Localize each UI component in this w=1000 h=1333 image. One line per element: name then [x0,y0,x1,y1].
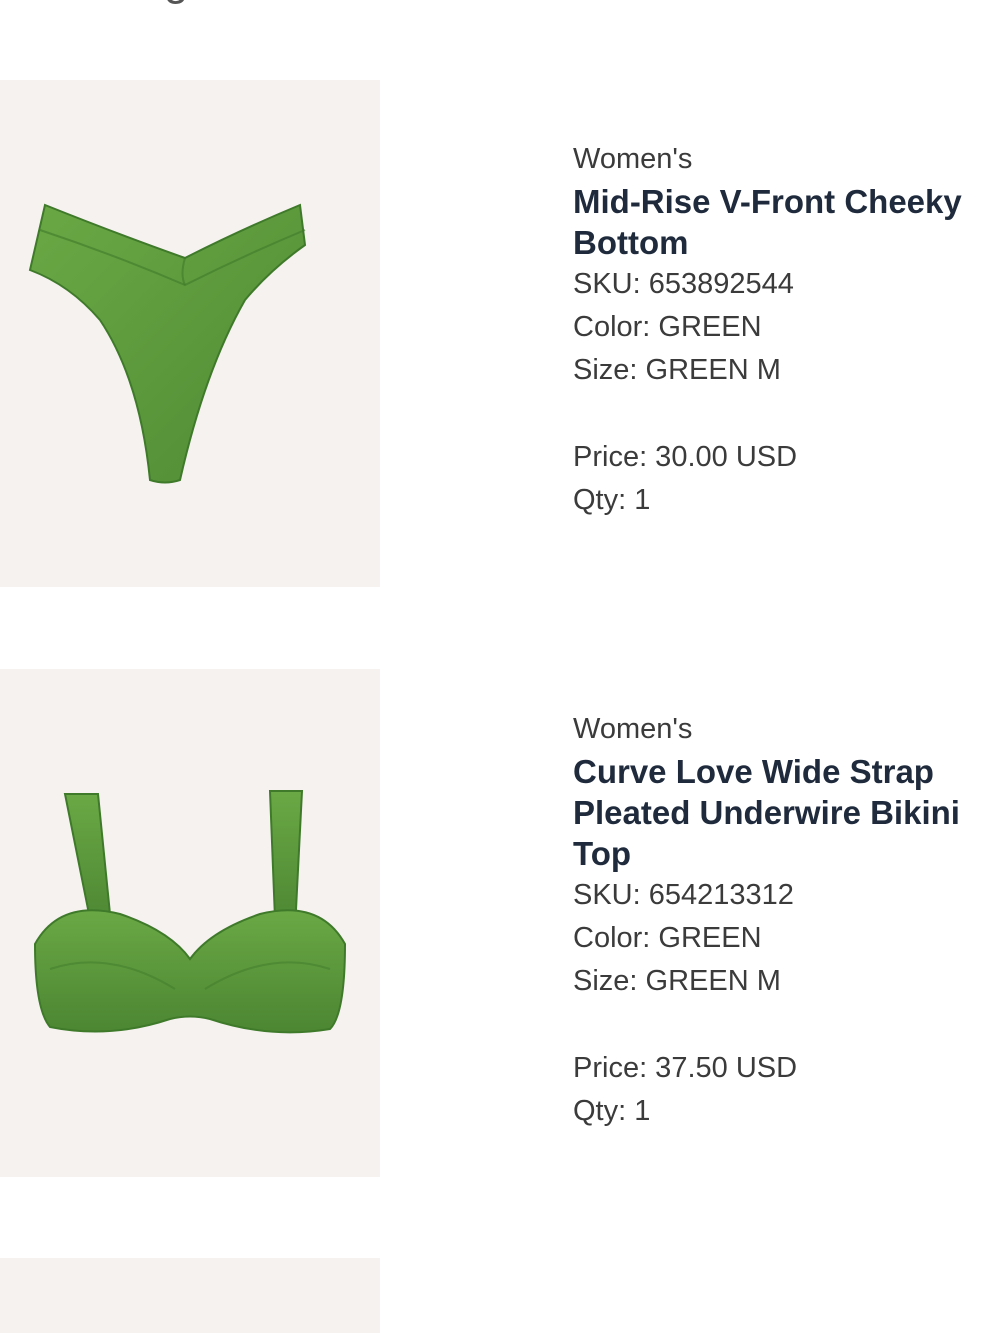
product-size: Size: GREEN M [573,965,781,997]
bikini-top-icon [0,669,380,1177]
product-gender: Women's [573,143,693,175]
product-image-bikini-bottom[interactable] [0,80,380,587]
product-size: Size: GREEN M [573,354,781,386]
product-qty: Qty: 1 [573,1095,651,1127]
product-sku: SKU: 654213312 [573,879,794,911]
product-sku: SKU: 653892544 [573,268,794,300]
product-image-3[interactable] [0,1258,380,1333]
page-heading: rocessing [0,0,189,6]
bikini-bottom-icon [0,80,380,587]
product-info-2: Women's Curve Love Wide Strap Pleated Un… [573,708,993,1133]
product-price: Price: 30.00 USD [573,441,798,473]
product-image-bikini-top[interactable] [0,669,380,1177]
product-price: Price: 37.50 USD [573,1052,798,1084]
product-color: Color: GREEN [573,311,762,343]
product-info-1: Women's Mid-Rise V-Front Cheeky Bottom S… [573,138,993,522]
product-gender: Women's [573,713,693,745]
product-color: Color: GREEN [573,922,762,954]
product-name[interactable]: Curve Love Wide Strap Pleated Underwire … [573,751,993,874]
product-name[interactable]: Mid-Rise V-Front Cheeky Bottom [573,181,993,263]
product-qty: Qty: 1 [573,484,651,516]
